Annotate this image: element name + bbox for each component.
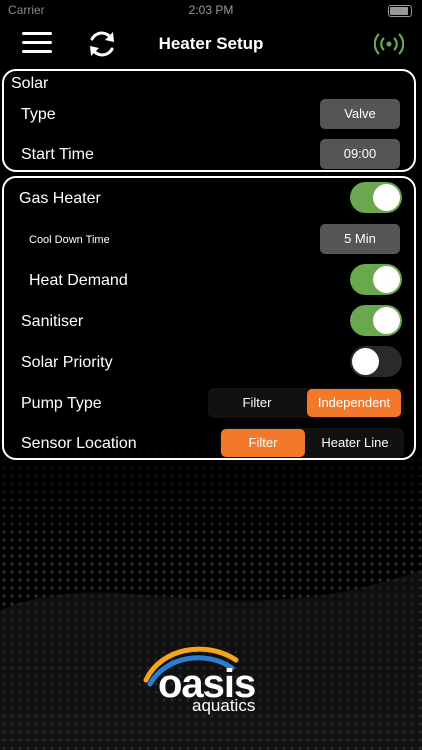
heat-demand-label: Heat Demand bbox=[29, 272, 128, 289]
solar-section-title: Solar bbox=[11, 75, 49, 92]
cool-down-select[interactable]: 5 Min bbox=[320, 224, 400, 254]
sanitiser-row: Sanitiser bbox=[4, 304, 414, 340]
battery-icon bbox=[388, 5, 412, 17]
solar-type-label: Type bbox=[21, 106, 56, 123]
solar-start-time-row: Start Time 09:00 bbox=[4, 137, 414, 173]
start-time-label: Start Time bbox=[21, 146, 94, 163]
sensor-location-option-heater-line[interactable]: Heater Line bbox=[307, 429, 403, 457]
sensor-location-segmented-control: Filter Heater Line bbox=[220, 428, 404, 458]
pump-type-segmented-control: Filter Independent bbox=[208, 388, 404, 418]
heat-demand-toggle[interactable] bbox=[350, 264, 402, 295]
start-time-select[interactable]: 09:00 bbox=[320, 139, 400, 169]
wifi-signal-icon[interactable] bbox=[374, 32, 404, 56]
status-time: 2:03 PM bbox=[188, 3, 234, 17]
sensor-location-label: Sensor Location bbox=[21, 435, 137, 452]
top-bar: Heater Setup bbox=[0, 22, 422, 66]
solar-type-row: Type Valve bbox=[4, 97, 414, 133]
logo-sub: aquatics bbox=[192, 696, 256, 715]
sensor-location-option-filter[interactable]: Filter bbox=[221, 429, 305, 457]
solar-priority-row: Solar Priority bbox=[4, 345, 414, 381]
gas-heater-label: Gas Heater bbox=[19, 190, 101, 207]
solar-panel: Solar Type Valve Start Time 09:00 bbox=[2, 69, 416, 172]
sanitiser-toggle[interactable] bbox=[350, 305, 402, 336]
oasis-aquatics-logo: oasis aquatics bbox=[130, 640, 300, 720]
solar-priority-label: Solar Priority bbox=[21, 354, 113, 371]
heat-demand-row: Heat Demand bbox=[4, 263, 414, 299]
status-bar: Carrier 2:03 PM bbox=[0, 0, 422, 22]
gas-heater-toggle[interactable] bbox=[350, 182, 402, 213]
pump-type-label: Pump Type bbox=[21, 395, 102, 412]
cool-down-label: Cool Down Time bbox=[29, 234, 110, 246]
toggle-knob bbox=[352, 348, 379, 375]
toggle-knob bbox=[373, 307, 400, 334]
toggle-knob bbox=[373, 184, 400, 211]
page-title: Heater Setup bbox=[158, 34, 264, 53]
pump-type-row: Pump Type Filter Independent bbox=[4, 386, 414, 422]
toggle-knob bbox=[373, 266, 400, 293]
gas-heater-panel: Gas Heater Cool Down Time 5 Min Heat Dem… bbox=[2, 176, 416, 460]
sensor-location-row: Sensor Location Filter Heater Line bbox=[4, 426, 414, 462]
solar-priority-toggle[interactable] bbox=[350, 346, 402, 377]
solar-type-select[interactable]: Valve bbox=[320, 99, 400, 129]
cool-down-row: Cool Down Time 5 Min bbox=[4, 222, 414, 258]
sanitiser-label: Sanitiser bbox=[21, 313, 84, 330]
gas-heater-row: Gas Heater bbox=[4, 181, 414, 217]
pump-type-option-independent[interactable]: Independent bbox=[307, 389, 401, 417]
pump-type-option-filter[interactable]: Filter bbox=[209, 389, 305, 417]
